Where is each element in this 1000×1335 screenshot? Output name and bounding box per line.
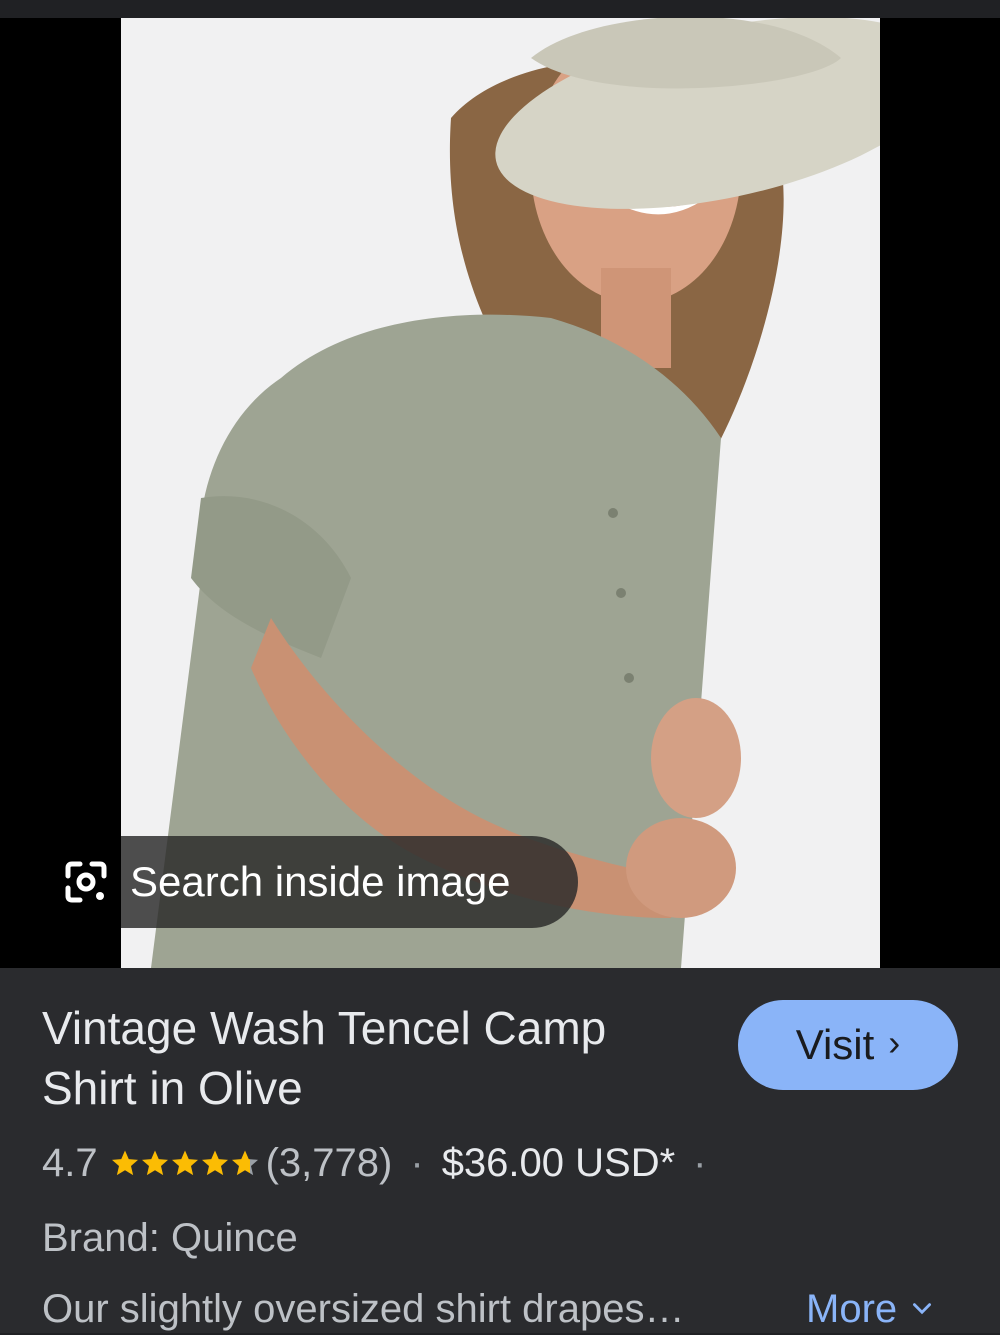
visit-label: Visit <box>795 1021 875 1068</box>
rating-stars <box>110 1148 260 1178</box>
top-strip <box>0 0 1000 18</box>
product-photo-illustration <box>121 18 880 968</box>
chevron-right-icon: › <box>888 1022 901 1063</box>
product-photo[interactable] <box>121 18 880 968</box>
image-viewer[interactable]: Search inside image <box>0 18 1000 968</box>
star-icon <box>111 1150 138 1176</box>
product-title[interactable]: Vintage Wash Tencel Camp Shirt in Olive <box>42 998 702 1118</box>
product-price: $36.00 USD* <box>441 1140 676 1185</box>
separator-dot: · <box>410 1140 424 1185</box>
visit-button[interactable]: Visit › <box>738 1000 958 1090</box>
google-lens-icon <box>65 861 107 903</box>
star-half-icon <box>231 1150 258 1176</box>
star-icon <box>201 1150 228 1176</box>
star-icon <box>171 1150 198 1176</box>
chevron-down-icon <box>913 1303 932 1315</box>
more-label: More <box>806 1287 898 1331</box>
search-inside-image-button[interactable]: Search inside image <box>0 836 578 928</box>
star-icon <box>141 1150 168 1176</box>
product-info-panel: Vintage Wash Tencel Camp Shirt in Olive … <box>0 968 1000 1333</box>
rating-price-row: 4.7 (3,778) · $36.00 USD* · <box>42 1138 725 1188</box>
more-button[interactable]: More <box>806 1283 935 1335</box>
review-count[interactable]: (3,778) <box>266 1141 393 1186</box>
search-inside-image-label: Search inside image <box>130 858 511 905</box>
product-brand: Brand: Quince <box>42 1216 298 1260</box>
rating-value: 4.7 <box>42 1140 98 1185</box>
separator-dot: · <box>693 1140 707 1185</box>
product-description: Our slightly oversized shirt drapes… <box>42 1287 685 1331</box>
